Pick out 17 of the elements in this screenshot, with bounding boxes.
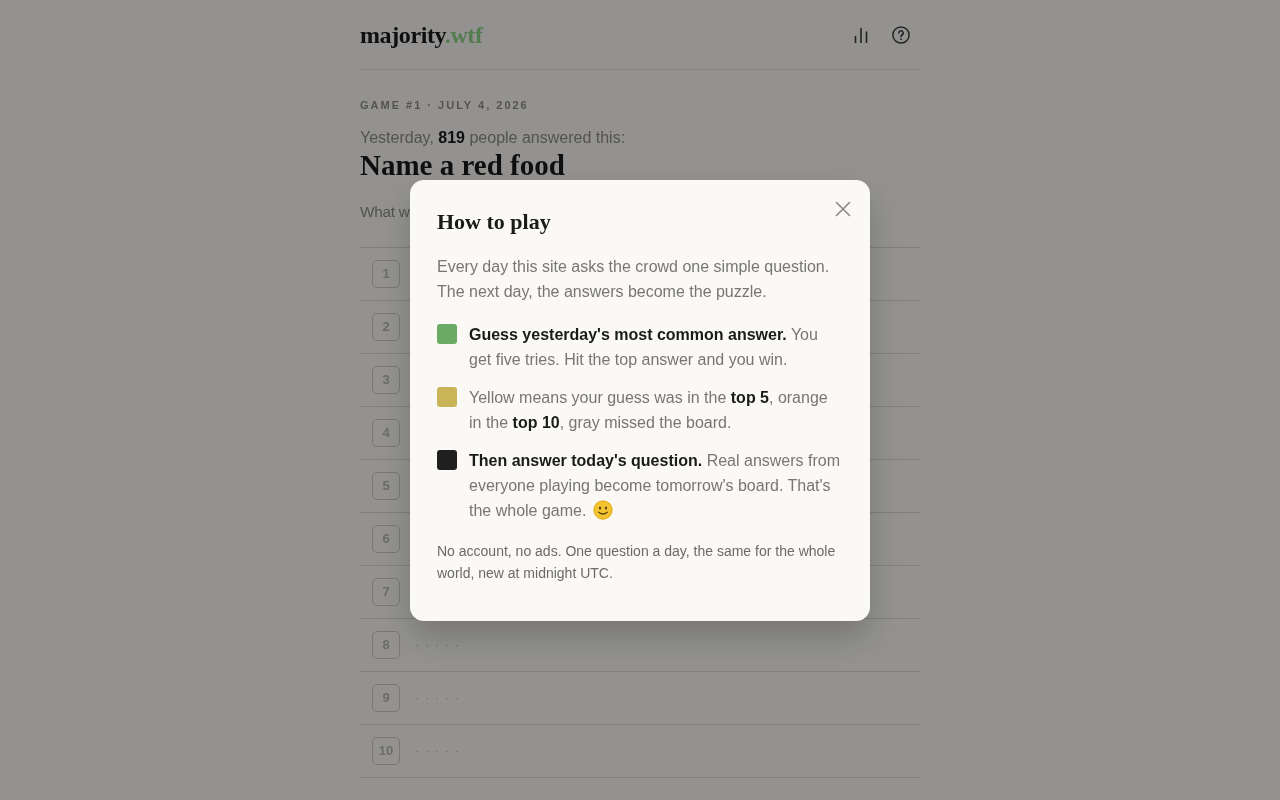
dialog-title: How to play: [437, 207, 551, 236]
dialog-intro-text: Every day this site asks the crowd one simple question. The next day, the answers become the puzzle.: [437, 256, 831, 302]
site-logo[interactable]: majority.wtf: [360, 22, 483, 47]
empty-answer-dots: · · · · ·: [415, 636, 461, 655]
rule-text: Then answer today's question. Real answers from everyone playing become tomorrow's board. That's the whole game.: [469, 451, 840, 519]
answer-count-text: Yesterday, 819 people answered this:: [360, 128, 626, 148]
dialog-footnote: No account, no ads. One question a day, the same for the whole world, new at midnight UTC.: [437, 541, 837, 583]
rule-text: Yellow means your guess was in the top 5, orange in the top 10, gray missed the board.: [469, 388, 828, 431]
help-icon: [892, 25, 910, 44]
game-label: GAME #1 · JULY 4, 2026: [360, 98, 529, 112]
question-subtitle: What w: [360, 202, 410, 222]
close-icon: [835, 200, 851, 217]
question-title: Name a red food: [360, 150, 565, 180]
rule-text: Guess yesterday's most common answer. You get five tries. Hit the top answer and you win.: [469, 325, 818, 368]
empty-answer-dots: · · · · ·: [415, 742, 461, 761]
empty-answer-dots: · · · · ·: [415, 689, 461, 708]
bar-chart-icon: [853, 26, 869, 43]
